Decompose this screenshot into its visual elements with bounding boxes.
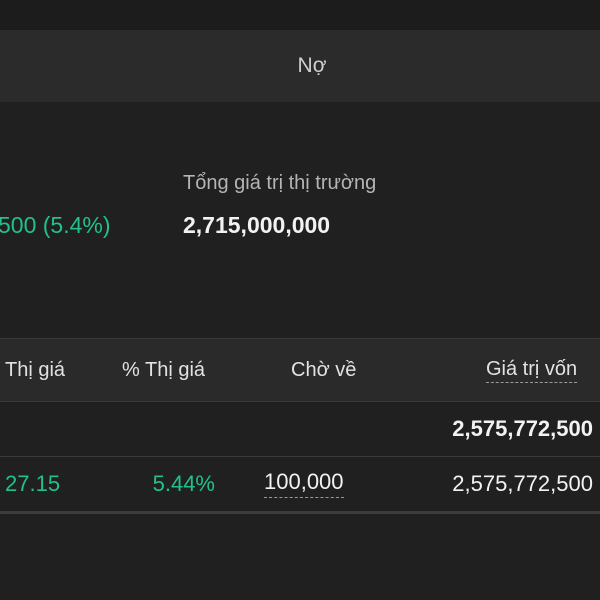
table-row[interactable]: 27.15 5.44% 100,000 2,575,772,500 [0,457,600,514]
table-header: Thị giá % Thị giá Chờ về Giá trị vốn [0,338,600,402]
cell-capital-value: 2,575,772,500 [452,471,593,496]
total-capital-value: 2,575,772,500 [452,416,593,441]
cell-pct-market-price: 5.44% [152,471,215,496]
holdings-table: Thị giá % Thị giá Chờ về Giá trị vốn 2,5… [0,338,600,514]
market-value-label: Tổng giá trị thị trường [183,172,377,194]
tab-debt[interactable]: Nợ [262,30,362,102]
header-capital-value[interactable]: Giá trị vốn [486,339,578,401]
portfolio-summary: 500 (5.4%) Tổng giá trị thị trường 2,715… [0,102,600,338]
cell-market-price: 27.15 [5,471,61,496]
table-total-row: 2,575,772,500 [0,402,600,457]
header-capital-value-label: Giá trị vốn [486,358,578,383]
header-market-price[interactable]: Thị giá [5,339,65,401]
cell-pending-value: 100,000 [264,470,344,498]
market-value: 2,715,000,000 [183,212,331,238]
tab-bar: Nợ [0,30,600,102]
portfolio-screen: Nợ 500 (5.4%) Tổng giá trị thị trường 2,… [0,0,600,600]
header-pct-market-price[interactable]: % Thị giá [122,339,205,401]
cell-pending[interactable]: 100,000 [264,457,344,511]
header-pending[interactable]: Chờ về [291,339,356,401]
profit-loss-value: 500 (5.4%) [0,212,111,238]
empty-area [0,516,600,600]
top-strip [0,0,600,30]
